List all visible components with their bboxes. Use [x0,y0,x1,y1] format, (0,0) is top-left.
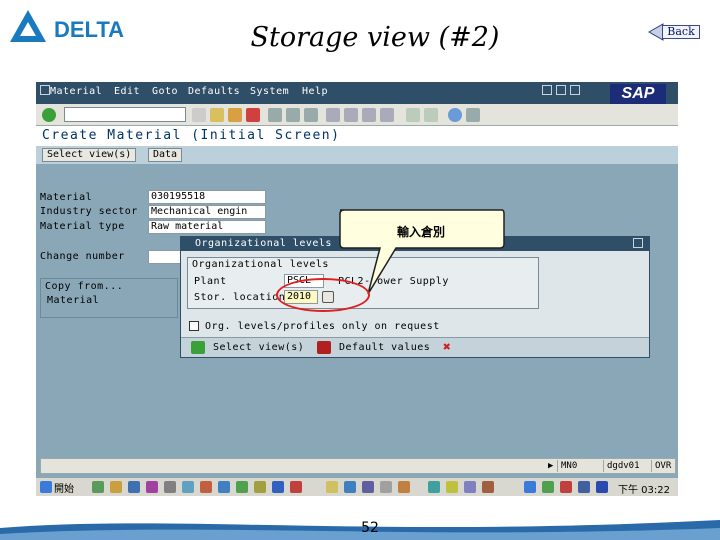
menu-bar: Material Edit Goto Defaults System Help … [36,82,678,104]
task-window-2[interactable] [344,481,356,493]
find-next-icon[interactable] [304,108,318,122]
application-toolbar: Select view(s) Data [36,146,678,164]
material-label: Material [40,192,93,203]
menu-edit[interactable]: Edit [114,86,140,97]
industry-sector-field[interactable]: Mechanical engin [148,205,266,219]
cancel-icon[interactable] [246,108,260,122]
task-window-4[interactable] [380,481,392,493]
task-window-8[interactable] [464,481,476,493]
close-icon[interactable] [570,85,580,95]
menu-goto[interactable]: Goto [152,86,178,97]
next-page-icon[interactable] [362,108,376,122]
industry-sector-label: Industry sector [40,206,138,217]
tray-icon-3[interactable] [560,481,572,493]
layout-menu-icon[interactable] [466,108,480,122]
highlight-ellipse [276,278,370,312]
cancel-x-icon[interactable]: ✖ [443,340,451,355]
copy-from-title: Copy from... [45,281,124,292]
material-field[interactable]: 030195518 [148,190,266,204]
task-window-9[interactable] [482,481,494,493]
select-views-button[interactable]: Select view(s) [42,148,137,162]
find-icon[interactable] [286,108,300,122]
status-system: MN0 [557,460,597,472]
menu-material[interactable]: Material [50,86,102,97]
quicklaunch-icon-4[interactable] [146,481,158,493]
dialog-footer: Select view(s) Default values ✖ [181,337,649,357]
task-window-1[interactable] [326,481,338,493]
language-indicator-icon[interactable] [596,481,608,493]
tray-icon-4[interactable] [578,481,590,493]
copy-from-group: Copy from... Material [40,278,178,318]
quicklaunch-icon-2[interactable] [110,481,122,493]
last-page-icon[interactable] [380,108,394,122]
slide-title: Storage view (#2) [250,22,500,53]
task-window-5[interactable] [398,481,410,493]
status-server: dgdv01 [603,460,649,472]
quicklaunch-icon-7[interactable] [200,481,212,493]
task-window-3[interactable] [362,481,374,493]
system-menu-icon[interactable] [40,85,50,95]
standard-toolbar [36,104,678,126]
menu-system[interactable]: System [250,86,289,97]
windows-taskbar: 開始 下午 03:22 [36,478,678,496]
select-views-check-icon[interactable] [191,341,205,354]
quicklaunch-icon-3[interactable] [128,481,140,493]
page-number: 52 [361,520,379,536]
previous-page-icon[interactable] [344,108,358,122]
quicklaunch-icon-9[interactable] [236,481,248,493]
stor-location-label: Stor. location [194,292,286,303]
menu-help[interactable]: Help [302,86,328,97]
quicklaunch-icon-11[interactable] [272,481,284,493]
quicklaunch-icon-8[interactable] [218,481,230,493]
change-number-label: Change number [40,251,125,262]
dialog-title: Organizational levels [195,238,332,249]
start-icon[interactable] [40,481,52,493]
sap-logo: SAP [610,84,666,104]
save-icon[interactable] [192,108,206,122]
screen-title-bar: Create Material (Initial Screen) [36,126,678,146]
back-icon[interactable] [210,108,224,122]
tray-icon-1[interactable] [524,481,536,493]
quicklaunch-icon-6[interactable] [182,481,194,493]
enter-icon[interactable] [42,108,56,122]
shortcut-icon[interactable] [424,108,438,122]
tray-icon-2[interactable] [542,481,554,493]
task-window-7[interactable] [446,481,458,493]
command-field[interactable] [64,107,186,122]
quicklaunch-icon-10[interactable] [254,481,266,493]
dialog-select-views-button[interactable]: Select view(s) [213,342,304,353]
task-window-6[interactable] [428,481,440,493]
screen-title: Create Material (Initial Screen) [42,128,341,143]
copy-material-label: Material [47,295,100,306]
data-button[interactable]: Data [148,148,183,162]
new-session-icon[interactable] [406,108,420,122]
dialog-close-icon[interactable] [633,238,643,248]
back-button[interactable]: Back [648,22,702,42]
exit-icon[interactable] [228,108,242,122]
quicklaunch-icon-1[interactable] [92,481,104,493]
status-bar: ▶ MN0 dgdv01 OVR [40,458,676,474]
callout-text: 輸入倉別 [396,225,445,239]
first-page-icon[interactable] [326,108,340,122]
tray-clock: 下午 03:22 [618,485,670,496]
menu-defaults[interactable]: Defaults [188,86,240,97]
checkbox-label: Org. levels/profiles only on request [205,321,440,332]
status-arrow-icon[interactable]: ▶ [545,460,553,472]
default-values-button[interactable]: Default values [339,342,430,353]
maximize-icon[interactable] [556,85,566,95]
back-label: Back [662,25,700,39]
quicklaunch-icon-12[interactable] [290,481,302,493]
print-icon[interactable] [268,108,282,122]
org-levels-checkbox[interactable] [189,321,199,331]
default-values-icon[interactable] [317,341,331,354]
org-group-title: Organizational levels [192,259,329,270]
quicklaunch-icon-5[interactable] [164,481,176,493]
status-mode: OVR [651,460,675,472]
material-type-field[interactable]: Raw material [148,220,266,234]
minimize-icon[interactable] [542,85,552,95]
material-type-label: Material type [40,221,125,232]
plant-label: Plant [194,276,227,287]
help-icon[interactable] [448,108,462,122]
start-button[interactable]: 開始 [54,480,74,495]
